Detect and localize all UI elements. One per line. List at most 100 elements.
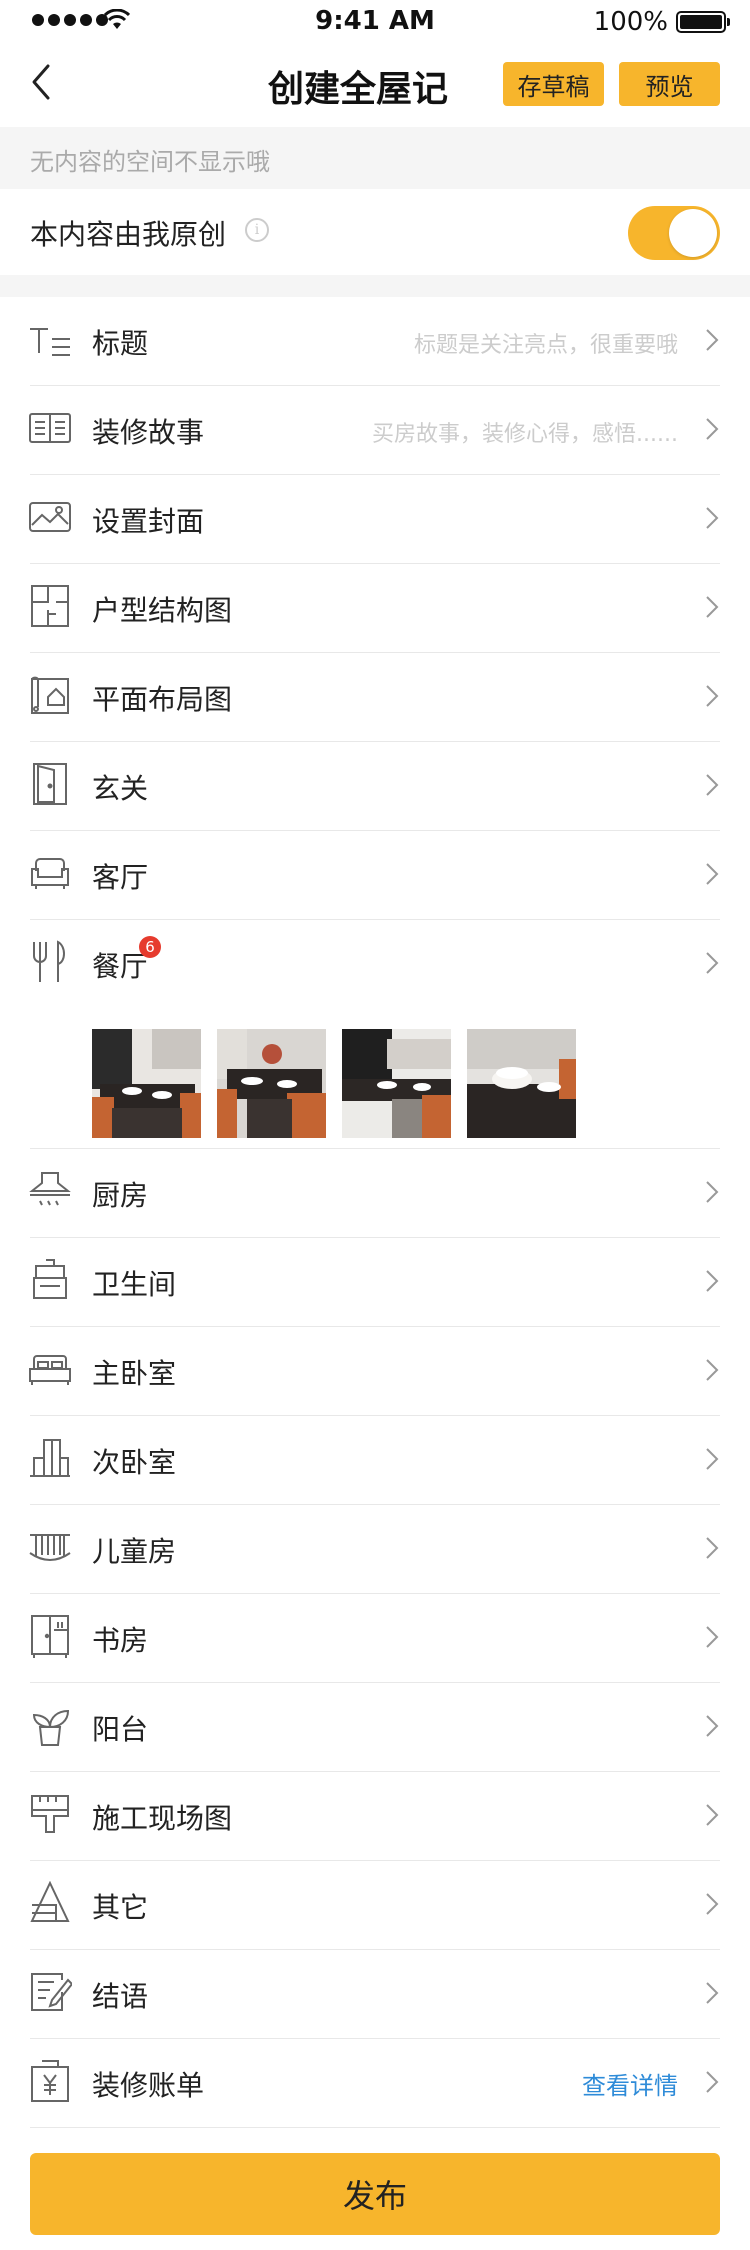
row-label: 结语 bbox=[92, 1980, 149, 2013]
row-conclusion[interactable]: 结语 bbox=[0, 1950, 750, 2039]
row-label: 户型结构图 bbox=[92, 594, 233, 627]
book-icon bbox=[29, 413, 71, 443]
row-label: 儿童房 bbox=[92, 1535, 177, 1568]
row-hint: 买房故事，装修心得，感悟...... bbox=[372, 422, 678, 447]
section-divider bbox=[0, 275, 750, 297]
row-layout[interactable]: 平面布局图 bbox=[0, 653, 750, 742]
row-label: 阳台 bbox=[92, 1713, 149, 1746]
row-cover[interactable]: 设置封面 bbox=[0, 475, 750, 564]
image-icon bbox=[29, 502, 71, 532]
battery-icon bbox=[676, 11, 730, 33]
chevron-right-icon bbox=[706, 1270, 719, 1292]
row-label: 标题 bbox=[92, 327, 149, 360]
chevron-right-icon bbox=[706, 774, 719, 796]
view-details-link[interactable]: 查看详情 bbox=[582, 2066, 678, 2101]
preview-button[interactable]: 预览 bbox=[619, 62, 720, 106]
row-story[interactable]: 装修故事 买房故事，装修心得，感悟...... bbox=[0, 386, 750, 475]
row-label: 其它 bbox=[92, 1891, 149, 1924]
row-title[interactable]: 标题 标题是关注亮点，很重要哦 bbox=[0, 297, 750, 386]
bookcase-icon bbox=[31, 1615, 69, 1658]
plant-icon bbox=[32, 1709, 70, 1746]
section-list: 标题 标题是关注亮点，很重要哦 装修故事 买房故事，装修心得，感悟...... … bbox=[0, 297, 750, 2128]
misc-icon bbox=[30, 1881, 70, 1922]
original-toggle[interactable] bbox=[628, 206, 720, 260]
row-label: 玄关 bbox=[92, 772, 149, 805]
photo-count-badge: 6 bbox=[139, 936, 161, 958]
sofa-icon bbox=[31, 858, 69, 889]
row-label: 平面布局图 bbox=[92, 683, 233, 716]
row-master-bedroom[interactable]: 主卧室 bbox=[0, 1327, 750, 1416]
chevron-right-icon bbox=[706, 1626, 719, 1648]
chevron-right-icon bbox=[706, 1893, 719, 1915]
row-floorplan[interactable]: 户型结构图 bbox=[0, 564, 750, 653]
save-draft-button[interactable]: 存草稿 bbox=[503, 62, 604, 106]
battery-percent: 100% bbox=[593, 7, 668, 37]
chevron-right-icon bbox=[706, 596, 719, 618]
row-label: 书房 bbox=[92, 1624, 149, 1657]
row-label: 施工现场图 bbox=[92, 1802, 233, 1835]
back-arrow-icon[interactable] bbox=[26, 60, 60, 104]
row-label: 装修账单 bbox=[92, 2069, 205, 2102]
dining-photo-thumbnail[interactable] bbox=[342, 1029, 451, 1138]
chevron-right-icon bbox=[706, 1982, 719, 2004]
chevron-right-icon bbox=[706, 507, 719, 529]
page-title: 创建全屋记 bbox=[268, 69, 449, 110]
dining-photo-thumbnail[interactable] bbox=[217, 1029, 326, 1138]
row-label: 厨房 bbox=[92, 1179, 149, 1212]
row-second-bedroom[interactable]: 次卧室 bbox=[0, 1416, 750, 1505]
crib-icon bbox=[29, 1534, 71, 1561]
row-balcony[interactable]: 阳台 bbox=[0, 1683, 750, 1772]
publish-button[interactable]: 发布 bbox=[30, 2153, 720, 2235]
notice-text: 无内容的空间不显示哦 bbox=[30, 148, 270, 176]
bill-icon bbox=[31, 2060, 69, 2102]
original-label: 本内容由我原创 bbox=[30, 218, 227, 251]
wardrobe-icon bbox=[30, 1439, 70, 1477]
info-icon[interactable]: i bbox=[245, 218, 269, 242]
row-bathroom[interactable]: 卫生间 bbox=[0, 1238, 750, 1327]
row-bill[interactable]: 装修账单 查看详情 bbox=[0, 2039, 750, 2128]
chevron-right-icon bbox=[706, 1537, 719, 1559]
row-label: 卫生间 bbox=[92, 1268, 177, 1301]
row-construction[interactable]: 施工现场图 bbox=[0, 1772, 750, 1861]
row-kids-room[interactable]: 儿童房 bbox=[0, 1505, 750, 1594]
title-icon bbox=[30, 328, 70, 356]
chevron-right-icon bbox=[706, 1359, 719, 1381]
chevron-right-icon bbox=[706, 1448, 719, 1470]
row-label: 设置封面 bbox=[92, 505, 205, 538]
row-label: 主卧室 bbox=[92, 1357, 177, 1390]
chevron-right-icon bbox=[706, 1715, 719, 1737]
fork-knife-icon bbox=[33, 940, 65, 982]
chevron-right-icon bbox=[706, 1181, 719, 1203]
row-living-room[interactable]: 客厅 bbox=[0, 831, 750, 920]
dining-photo-thumbnail[interactable] bbox=[92, 1029, 201, 1138]
range-hood-icon bbox=[29, 1172, 71, 1206]
status-bar: 9:41 AM 100% bbox=[0, 0, 750, 42]
row-study[interactable]: 书房 bbox=[0, 1594, 750, 1683]
chevron-right-icon bbox=[706, 685, 719, 707]
toilet-icon bbox=[33, 1259, 67, 1299]
row-other[interactable]: 其它 bbox=[0, 1861, 750, 1950]
row-kitchen[interactable]: 厨房 bbox=[0, 1149, 750, 1238]
notice-banner: 无内容的空间不显示哦 bbox=[0, 127, 750, 189]
chevron-right-icon bbox=[706, 418, 719, 440]
chevron-right-icon bbox=[706, 863, 719, 885]
row-entrance[interactable]: 玄关 bbox=[0, 742, 750, 831]
chevron-right-icon bbox=[706, 1804, 719, 1826]
row-label: 客厅 bbox=[92, 861, 149, 894]
row-label: 次卧室 bbox=[92, 1446, 177, 1479]
blueprint-icon bbox=[31, 676, 69, 714]
paint-brush-icon bbox=[31, 1795, 69, 1833]
chevron-right-icon bbox=[706, 2071, 719, 2093]
dining-photo-thumbnail[interactable] bbox=[467, 1029, 576, 1138]
bed-icon bbox=[29, 1355, 71, 1385]
row-label: 装修故事 bbox=[92, 416, 205, 449]
door-icon bbox=[33, 763, 67, 805]
photo-thumbnails bbox=[92, 1029, 576, 1138]
nav-bar: 创建全屋记 存草稿 预览 bbox=[0, 42, 750, 127]
edit-icon bbox=[31, 1973, 72, 2011]
row-dining-room[interactable]: 餐厅 6 bbox=[0, 920, 750, 1149]
chevron-right-icon bbox=[706, 952, 719, 974]
chevron-right-icon bbox=[706, 329, 719, 351]
floorplan-icon bbox=[31, 585, 69, 627]
original-row: 本内容由我原创 i bbox=[0, 189, 750, 275]
